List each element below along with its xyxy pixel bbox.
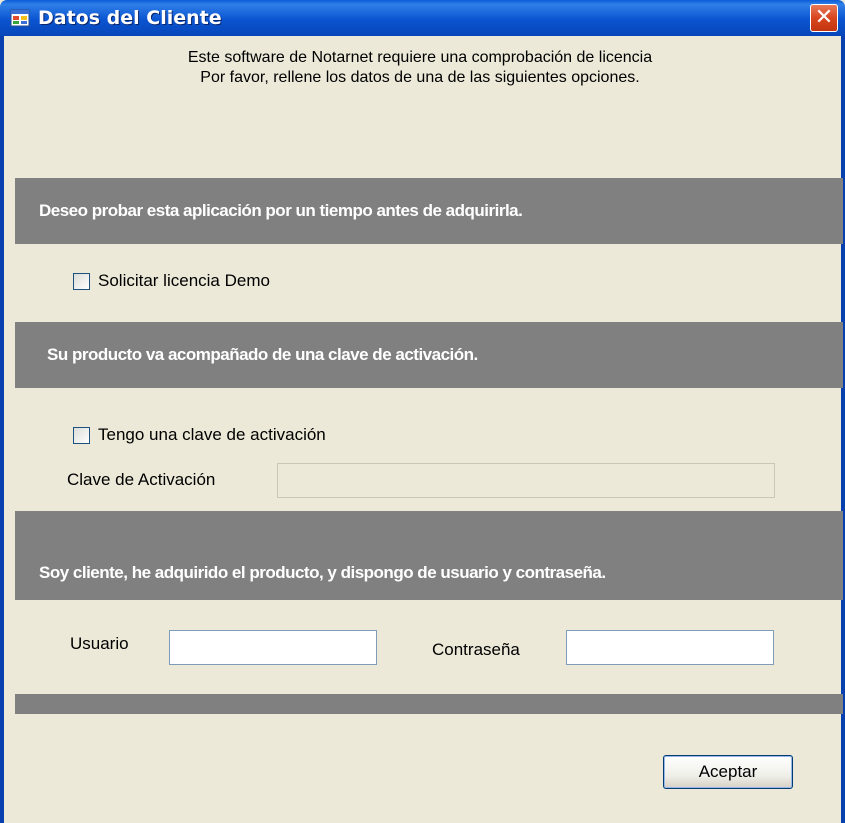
intro-line-2: Por favor, rellene los datos de una de l… xyxy=(200,69,640,86)
close-button[interactable]: ✕ xyxy=(810,4,838,32)
demo-license-checkbox[interactable] xyxy=(73,272,90,290)
activation-key-checkbox-label[interactable]: Tengo una clave de activación xyxy=(98,425,326,445)
dialog-window: Datos del Cliente ✕ Este software de Not… xyxy=(0,0,845,823)
title-bar[interactable]: Datos del Cliente ✕ xyxy=(0,0,845,36)
accept-button[interactable]: Aceptar xyxy=(663,755,793,789)
intro-line-1: Este software de Notarnet requiere una c… xyxy=(187,49,653,66)
intro-text: Este software de Notarnet requiere una c… xyxy=(120,48,720,88)
activation-key-label: Clave de Activación xyxy=(67,470,216,489)
password-label: Contraseña xyxy=(432,640,520,659)
window-title: Datos del Cliente xyxy=(38,7,222,29)
window-frame-left xyxy=(0,36,4,823)
app-window-icon xyxy=(10,9,30,27)
activation-key-checkbox[interactable] xyxy=(73,426,90,444)
activation-key-input[interactable] xyxy=(277,463,775,498)
footer-divider-bar xyxy=(15,694,843,714)
customer-section-header: Soy cliente, he adquirido el producto, y… xyxy=(15,511,843,600)
customer-section-title: Soy cliente, he adquirido el producto, y… xyxy=(39,563,606,582)
demo-section-header: Deseo probar esta aplicación por un tiem… xyxy=(15,178,843,244)
activation-key-option[interactable]: Tengo una clave de activación xyxy=(73,424,326,446)
close-icon: ✕ xyxy=(814,5,834,30)
username-input[interactable] xyxy=(169,630,377,665)
activation-section-header: Su producto va acompañado de una clave d… xyxy=(15,322,843,388)
demo-license-label[interactable]: Solicitar licencia Demo xyxy=(98,271,270,291)
username-label: Usuario xyxy=(70,634,129,653)
password-input[interactable] xyxy=(566,630,774,665)
demo-license-option[interactable]: Solicitar licencia Demo xyxy=(73,270,270,292)
